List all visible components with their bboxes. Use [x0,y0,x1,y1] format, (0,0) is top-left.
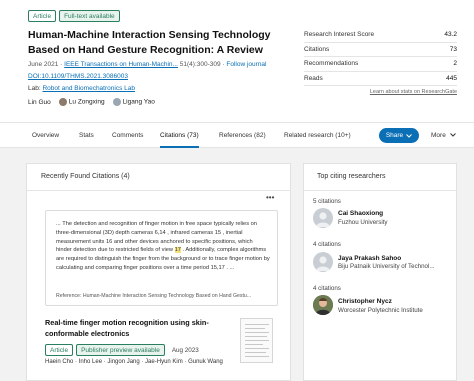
author-item[interactable]: Ligang Yao [112,98,155,106]
publisher-preview-badge[interactable]: Publisher preview available [76,344,165,356]
tab-citations[interactable]: Citations (73) [160,123,199,148]
researcher-citation-count: 4 citations [313,241,341,248]
stat-row-citations: Citations 73 [304,43,457,57]
author-link[interactable]: Lin Guo [28,99,51,106]
lab-label: Lab: [28,85,43,92]
share-button[interactable]: Share [379,128,419,143]
chevron-down-icon [406,133,413,138]
citing-publication-title[interactable]: Real-time finger motion recognition usin… [45,318,223,339]
journal-link[interactable]: IEEE Transactions on Human-Machin... [64,61,178,68]
divider [304,190,456,191]
researcher-institution: Fuzhou University [338,219,388,226]
stat-row-reads: Reads 445 [304,72,457,86]
publication-badges: Article Full-text available [28,10,120,22]
publication-meta: June 2021 · IEEE Transactions on Human-M… [28,61,267,68]
citing-publication-badges: Article Publisher preview available Aug … [45,344,199,356]
doi-link[interactable]: DOI:10.1109/THMS.2021.3086003 [28,73,128,80]
chevron-down-icon [449,133,456,137]
researcher-citation-count: 4 citations [313,285,341,292]
researcher-institution: Biju Patnaik University of Technol... [338,263,435,270]
author-item[interactable]: Lu Zongxing [58,98,105,106]
journal-pages: 51(4):300-309 · [177,61,227,68]
researcher-photo-avatar[interactable] [313,295,333,315]
citing-publication-authors[interactable]: Haein Cho · Inho Lee · Jingon Jang · Jae… [45,359,223,365]
citation-reference-line[interactable]: Reference: Human-Machine Interaction Sen… [56,293,270,299]
citing-publication-date: Aug 2023 [171,346,199,354]
article-badge: Article [28,10,57,22]
lab-line: Lab: Robot and Biomechatronics Lab [28,85,135,92]
tab-bar: Overview Stats Comments Citations (73) R… [0,122,474,148]
lab-link[interactable]: Robot and Biomechatronics Lab [42,85,135,92]
stat-row-recommendations: Recommendations 2 [304,57,457,72]
article-badge: Article [45,344,74,356]
citations-heading: Recently Found Citations (4) [41,173,130,180]
researcher-institution: Worcester Polytechnic Institute [338,307,423,314]
publication-thumbnail[interactable] [240,318,273,363]
author-name[interactable]: Lu Zongxing [69,99,105,106]
author-avatar [112,98,121,106]
share-label: Share [385,132,404,139]
more-label[interactable]: More [431,132,446,139]
author-name[interactable]: Ligang Yao [123,99,155,106]
tab-related-research[interactable]: Related research (10+) [284,123,351,148]
user-avatar-icon[interactable] [313,208,333,228]
researchers-heading: Top citing researchers [317,173,386,180]
tab-references[interactable]: References (82) [219,123,266,148]
researcher-citation-count: 5 citations [313,198,341,205]
author-list: Lin Guo Lu Zongxing Ligang Yao [28,98,155,106]
publication-date: June 2021 [28,61,59,68]
stats-learn-link[interactable]: Learn about stats on ResearchGate [304,89,457,95]
more-menu[interactable]: More [431,123,456,148]
more-dots-icon[interactable]: ••• [266,193,274,202]
stat-row-interest: Research Interest Score 43.2 [304,28,457,43]
publication-title: Human-Machine Interaction Sensing Techno… [28,29,271,56]
user-avatar-icon[interactable] [313,252,333,272]
author-avatar [58,98,67,106]
tab-overview[interactable]: Overview [32,123,59,148]
full-text-badge[interactable]: Full-text available [59,10,120,22]
publication-header: Article Full-text available Human-Machin… [0,0,474,122]
citation-context-box: ... The detection and recognition of fin… [45,210,278,306]
follow-journal-link[interactable]: Follow journal [226,61,266,68]
tab-stats[interactable]: Stats [79,123,94,148]
divider [27,190,290,191]
researcher-name[interactable]: Jaya Prakash Sahoo [338,255,401,262]
stats-panel: Research Interest Score 43.2 Citations 73 … [304,28,457,95]
citations-card: Recently Found Citations (4) ••• ... The… [26,163,291,381]
researcher-name[interactable]: Cai Shaoxiong [338,210,383,217]
top-researchers-card: Top citing researchers 5 citations Cai S… [303,163,457,381]
tab-comments[interactable]: Comments [112,123,143,148]
citation-context-text: ... The detection and recognition of fin… [56,221,270,271]
researcher-name[interactable]: Christopher Nycz [338,298,392,305]
